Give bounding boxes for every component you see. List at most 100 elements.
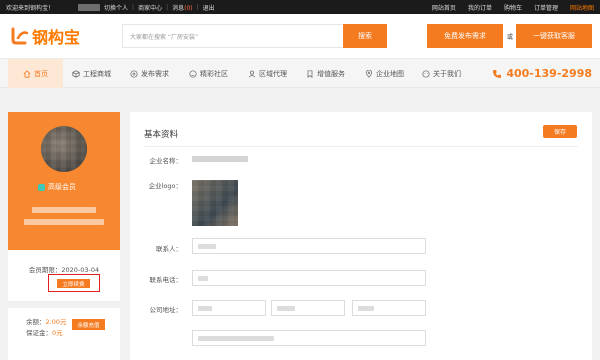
- plus-circle-icon: [130, 69, 138, 78]
- page-title: 基本资料: [144, 130, 179, 140]
- nav-item-about[interactable]: 关于我们: [422, 59, 461, 88]
- member-level-badge: 高级会员: [38, 182, 76, 192]
- nav-item-home[interactable]: 首页: [8, 59, 63, 88]
- search-input[interactable]: 大家都在搜索 “厂房安装”: [122, 24, 344, 48]
- separator: |: [196, 3, 199, 11]
- person-icon: [248, 70, 256, 77]
- switch-personal-link[interactable]: 切换个人: [104, 3, 128, 12]
- top-links: 网站首页 我的订单 购物车 订单管理 网站地图: [420, 0, 594, 14]
- cube-icon: [72, 69, 80, 78]
- company-name-value: [192, 156, 248, 162]
- province-select[interactable]: [192, 300, 266, 316]
- welcome-text: 欢迎来到钢构宝！: [6, 4, 55, 12]
- bookmark-icon: [307, 69, 313, 78]
- site-logo[interactable]: 钢构宝: [10, 25, 80, 47]
- nav-label: 发布需求: [141, 69, 169, 78]
- home-icon: [23, 69, 31, 78]
- balance-row: 余额：2.00元: [26, 317, 66, 328]
- company-logo-image[interactable]: [192, 180, 238, 226]
- merchant-center-link[interactable]: 商家中心: [138, 3, 162, 12]
- messages-count: (0): [184, 4, 193, 12]
- district-select[interactable]: [352, 300, 426, 316]
- cart-link[interactable]: 购物车: [504, 3, 522, 12]
- deposit-value: 0元: [52, 329, 63, 337]
- hotline: 400-139-2998: [492, 59, 592, 88]
- nav-label: 工程商城: [83, 69, 111, 78]
- address-label: 公司地址：: [149, 306, 183, 314]
- member-gem-icon: [38, 183, 45, 191]
- logo-mark-icon: [11, 27, 29, 45]
- company-name-redacted: [32, 207, 96, 213]
- header: 钢构宝 大家都在搜索 “厂房安装” 搜索 免费发布需求 或 一键获取客服: [0, 14, 600, 58]
- account-info-redacted: [24, 219, 104, 225]
- nav-label: 关于我们: [433, 69, 461, 78]
- logo-text: 钢构宝: [32, 28, 81, 47]
- nav-item-regional-agent[interactable]: 区域代理: [248, 59, 287, 88]
- company-name-label: 企业名称：: [149, 157, 183, 165]
- nav-item-value-added[interactable]: 增值服务: [306, 59, 345, 88]
- membership-expiry: 会员期限：2020-03-04: [8, 264, 120, 274]
- my-orders-link[interactable]: 我的订单: [468, 3, 492, 12]
- home-link[interactable]: 网站首页: [432, 3, 456, 12]
- renew-highlight: 立即续费: [48, 274, 100, 292]
- nav-item-mall[interactable]: 工程商城: [72, 59, 111, 88]
- save-button[interactable]: 保存: [543, 125, 577, 138]
- contact-field[interactable]: [192, 238, 426, 254]
- city-value-redacted: [277, 306, 295, 311]
- balance-panel: 余额：2.00元 保证金：0元 余额充值: [8, 308, 120, 360]
- publish-request-button[interactable]: 免费发布需求: [427, 24, 503, 48]
- contact-label: 联系人：: [156, 245, 182, 253]
- search-button[interactable]: 搜索: [343, 24, 387, 48]
- deposit-row: 保证金：0元: [26, 328, 66, 339]
- phone-label: 联系电话：: [149, 276, 183, 284]
- street-address-field[interactable]: [192, 330, 426, 346]
- pin-icon: [365, 69, 373, 78]
- balance-value: 2.00元: [45, 318, 67, 326]
- avatar[interactable]: [41, 126, 87, 172]
- phone-field[interactable]: [192, 270, 426, 286]
- separator: |: [166, 3, 169, 11]
- main-nav: 首页 工程商城 发布需求 精彩社区 区域代理 增值服务 企业地图 关于我们 40…: [0, 58, 600, 88]
- get-service-button[interactable]: 一键获取客服: [516, 24, 592, 48]
- province-value-redacted: [198, 306, 212, 311]
- nav-label: 精彩社区: [200, 69, 228, 78]
- messages-label: 消息: [172, 4, 185, 12]
- hotline-number: 400-139-2998: [506, 67, 592, 80]
- nav-item-company-map[interactable]: 企业地图: [365, 59, 404, 88]
- company-logo-label: 企业logo：: [148, 182, 182, 190]
- top-bar: 欢迎来到钢构宝！ 切换个人 | 商家中心 | 消息(0) | 退出 网站首页 我…: [0, 0, 600, 14]
- street-address-redacted: [198, 336, 274, 341]
- expiry-label: 会员期限：: [28, 266, 62, 274]
- face-icon: [422, 69, 430, 78]
- expiry-date: 2020-03-04: [61, 266, 100, 274]
- recharge-button[interactable]: 余额充值: [72, 319, 105, 330]
- nav-item-community[interactable]: 精彩社区: [189, 59, 228, 88]
- membership-panel: 会员期限：2020-03-04 立即续费: [8, 250, 120, 302]
- divider: [144, 146, 578, 147]
- or-text: 或: [506, 33, 513, 41]
- separator: |: [132, 3, 135, 11]
- balance-info: 余额：2.00元 保证金：0元: [26, 317, 66, 339]
- profile-card: 高级会员: [8, 112, 120, 250]
- nav-label: 区域代理: [259, 69, 287, 78]
- renew-button[interactable]: 立即续费: [57, 279, 90, 288]
- contact-value-redacted: [198, 244, 216, 249]
- nav-label: 企业地图: [376, 69, 404, 78]
- smile-icon: [189, 69, 197, 78]
- city-select[interactable]: [271, 300, 345, 316]
- phone-value-redacted: [198, 276, 208, 281]
- nav-label: 增值服务: [317, 69, 345, 78]
- nav-item-publish[interactable]: 发布需求: [130, 59, 169, 88]
- site-map-link[interactable]: 网站地图: [570, 3, 594, 12]
- messages-link[interactable]: 消息(0): [172, 3, 193, 12]
- order-management-link[interactable]: 订单管理: [534, 3, 558, 12]
- member-level-label: 高级会员: [48, 183, 76, 191]
- district-value-redacted: [358, 306, 374, 311]
- deposit-label: 保证金：: [26, 329, 52, 337]
- phone-icon: [493, 69, 502, 78]
- balance-label: 余额：: [26, 318, 46, 326]
- profile-form: 基本资料 保存 企业名称： 企业logo： 联系人： 联系电话： 公司地址：: [130, 112, 592, 360]
- logout-link[interactable]: 退出: [203, 3, 215, 12]
- username-redacted: [78, 3, 101, 11]
- nav-label: 首页: [34, 69, 48, 78]
